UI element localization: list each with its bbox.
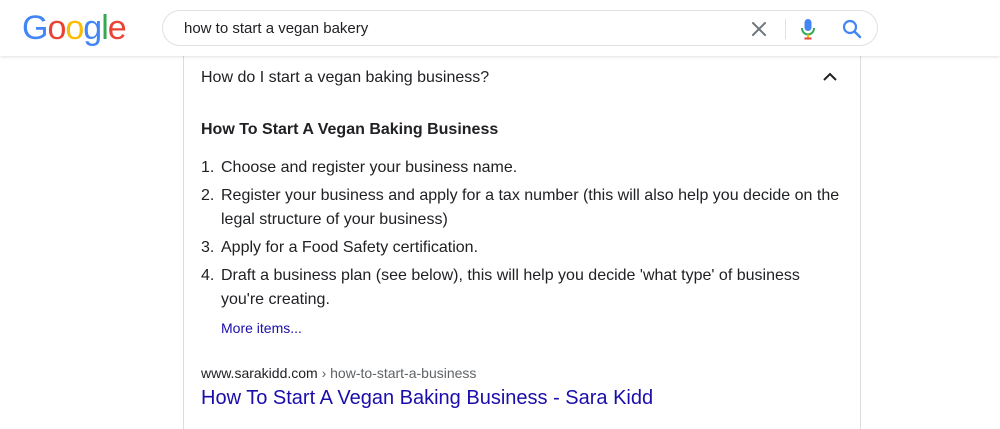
google-logo[interactable]: Google: [22, 9, 127, 47]
microphone-icon[interactable]: [799, 18, 817, 40]
faq-question[interactable]: How do I start a vegan baking business?: [201, 69, 489, 87]
step-number: 4.: [201, 267, 215, 284]
answer-steps-list: 1. Choose and register your business nam…: [201, 156, 841, 316]
step-text: Draft a business plan (see below), this …: [221, 267, 800, 308]
step-number: 3.: [201, 239, 215, 256]
logo-letter: g: [83, 9, 102, 47]
list-item: 1. Choose and register your business nam…: [201, 156, 841, 180]
search-icon[interactable]: [841, 18, 863, 40]
step-number: 2.: [201, 187, 215, 204]
people-also-ask-card: How do I start a vegan baking business? …: [183, 52, 861, 429]
step-number: 1.: [201, 159, 215, 176]
result-title-link[interactable]: How To Start A Vegan Baking Business - S…: [201, 387, 653, 410]
search-results-page: Google How do I start a vegan baking bus…: [0, 0, 1000, 429]
more-items-link[interactable]: More items...: [221, 320, 302, 336]
step-text: Apply for a Food Safety certification.: [221, 239, 479, 256]
source-domain: www.sarakidd.com: [201, 365, 318, 381]
faq-question-row[interactable]: How do I start a vegan baking business?: [184, 52, 860, 104]
chevron-up-icon[interactable]: [822, 70, 838, 82]
search-divider: [785, 19, 786, 39]
logo-letter: o: [47, 9, 66, 47]
step-text: Register your business and apply for a t…: [221, 187, 840, 228]
source-path: › how-to-start-a-business: [317, 365, 477, 381]
search-box: [162, 10, 878, 46]
answer-heading: How To Start A Vegan Baking Business: [201, 121, 499, 138]
source-url[interactable]: www.sarakidd.com › how-to-start-a-busine…: [201, 365, 476, 381]
step-text: Choose and register your business name.: [221, 159, 518, 176]
list-item: 4. Draft a business plan (see below), th…: [201, 264, 841, 312]
logo-letter: o: [65, 9, 84, 47]
logo-letter: e: [107, 9, 127, 47]
search-header: Google: [0, 0, 1000, 56]
close-icon[interactable]: [749, 19, 769, 39]
logo-letter: G: [22, 9, 48, 47]
search-input[interactable]: [184, 11, 724, 45]
list-item: 2. Register your business and apply for …: [201, 184, 841, 232]
list-item: 3. Apply for a Food Safety certification…: [201, 236, 841, 260]
